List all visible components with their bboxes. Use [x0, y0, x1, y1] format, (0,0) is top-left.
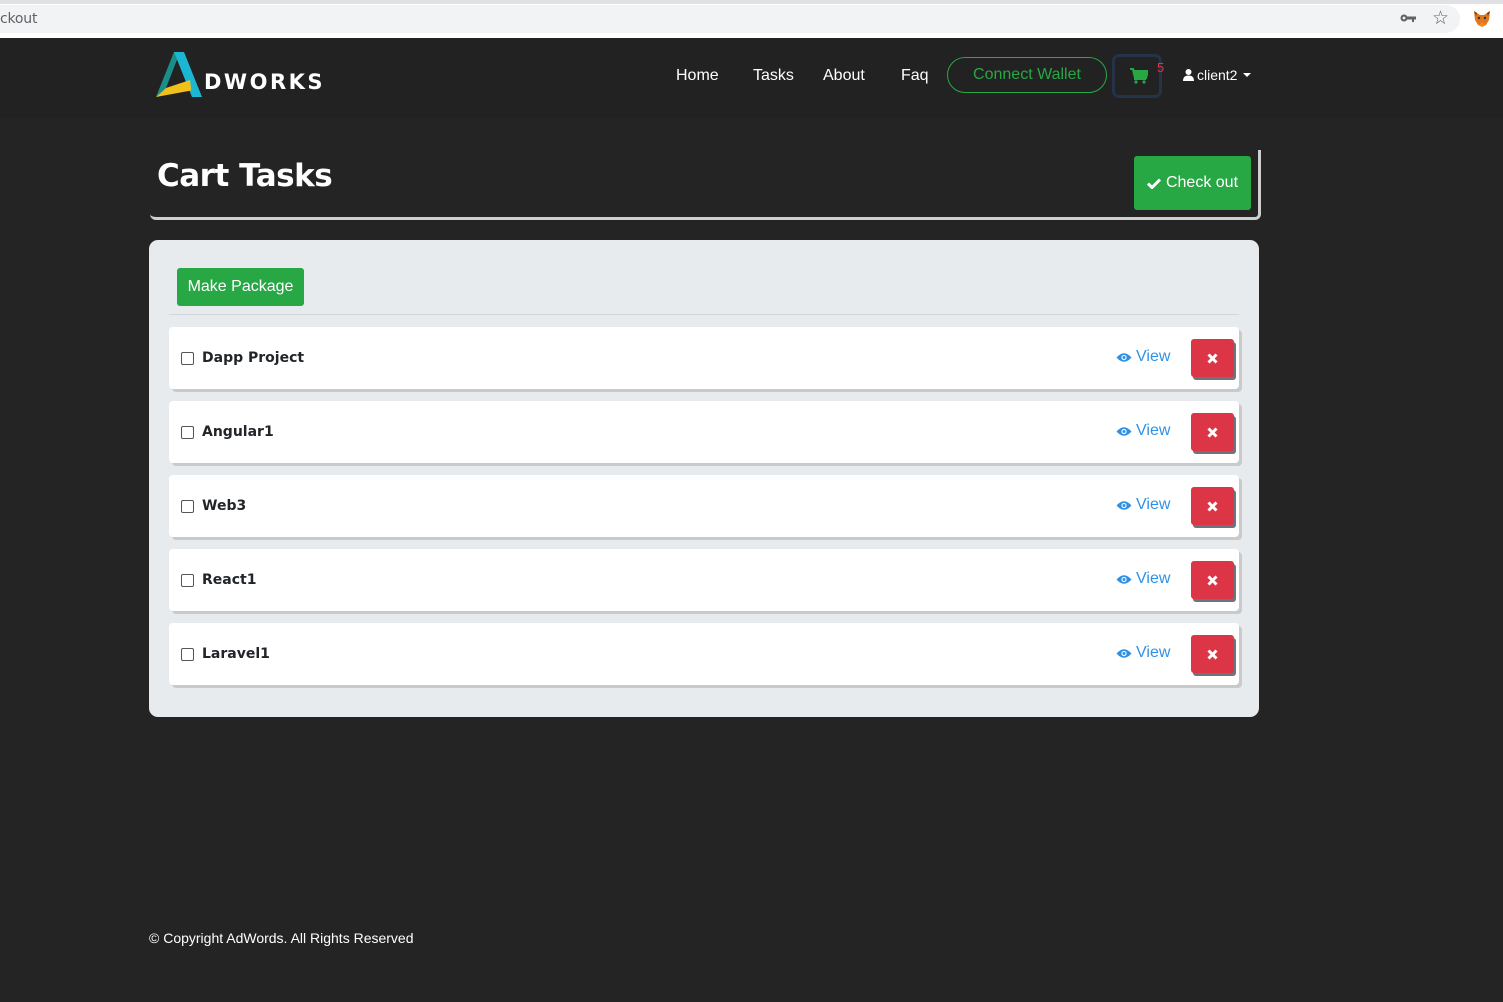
- adworks-logo-icon: [156, 52, 202, 97]
- task-row: Laravel1 View: [169, 623, 1239, 685]
- nav-home[interactable]: Home: [676, 67, 719, 85]
- eye-icon: [1116, 648, 1132, 658]
- cart-count-badge: 5: [1157, 60, 1165, 75]
- task-name: Web3: [202, 498, 247, 514]
- close-icon: [1207, 426, 1218, 438]
- eye-icon: [1116, 352, 1132, 362]
- eye-icon: [1116, 426, 1132, 436]
- cart-panel: Make Package Dapp Project View Angular1 …: [149, 240, 1259, 717]
- task-name: Laravel1: [202, 646, 270, 662]
- task-row: Web3 View: [169, 475, 1239, 537]
- user-name: client2: [1197, 67, 1238, 83]
- user-icon: [1183, 69, 1194, 81]
- connect-wallet-button[interactable]: Connect Wallet: [947, 57, 1107, 93]
- task-checkbox[interactable]: [181, 426, 194, 439]
- navbar: DWORKS Home Tasks About Faq Connect Wall…: [0, 38, 1503, 118]
- nav-about[interactable]: About: [823, 67, 865, 85]
- divider: [169, 314, 1239, 315]
- view-link[interactable]: View: [1116, 422, 1170, 440]
- task-checkbox[interactable]: [181, 352, 194, 365]
- task-name: Angular1: [202, 424, 274, 440]
- checkout-button[interactable]: Check out: [1134, 156, 1251, 210]
- key-icon[interactable]: [1400, 11, 1416, 26]
- nav-tasks[interactable]: Tasks: [753, 67, 794, 85]
- user-dropdown[interactable]: client2: [1183, 67, 1252, 83]
- view-link[interactable]: View: [1116, 496, 1170, 514]
- view-link[interactable]: View: [1116, 348, 1170, 366]
- cart-button[interactable]: 5: [1112, 54, 1165, 98]
- view-label: View: [1136, 422, 1171, 439]
- remove-task-button[interactable]: [1191, 561, 1234, 599]
- close-icon: [1207, 352, 1218, 364]
- eye-icon: [1116, 500, 1132, 510]
- check-icon: [1146, 177, 1161, 189]
- task-checkbox[interactable]: [181, 574, 194, 587]
- metamask-fox-icon[interactable]: [1472, 8, 1492, 28]
- brand-name: DWORKS: [204, 70, 326, 94]
- task-name: React1: [202, 572, 257, 588]
- view-label: View: [1136, 348, 1171, 365]
- make-package-button[interactable]: Make Package: [177, 268, 304, 306]
- nav-faq[interactable]: Faq: [901, 67, 929, 85]
- task-checkbox[interactable]: [181, 500, 194, 513]
- address-bar[interactable]: ckout ☆: [0, 5, 1460, 33]
- url-text: ckout: [0, 11, 38, 27]
- task-checkbox[interactable]: [181, 648, 194, 661]
- view-label: View: [1136, 496, 1171, 513]
- shopping-cart-icon: [1130, 68, 1148, 84]
- close-icon: [1207, 574, 1218, 586]
- task-row: Angular1 View: [169, 401, 1239, 463]
- task-row: React1 View: [169, 549, 1239, 611]
- checkout-label: Check out: [1165, 174, 1239, 191]
- eye-icon: [1116, 574, 1132, 584]
- remove-task-button[interactable]: [1191, 339, 1234, 377]
- page-title: Cart Tasks: [157, 158, 333, 194]
- view-link[interactable]: View: [1116, 570, 1170, 588]
- chevron-down-icon: [1243, 73, 1252, 77]
- remove-task-button[interactable]: [1191, 635, 1234, 673]
- page-header: Cart Tasks Check out: [150, 150, 1261, 220]
- task-name: Dapp Project: [202, 350, 305, 366]
- bookmark-star-icon[interactable]: ☆: [1432, 7, 1449, 30]
- view-label: View: [1136, 570, 1171, 587]
- view-link[interactable]: View: [1116, 644, 1170, 662]
- close-icon: [1207, 500, 1218, 512]
- footer-copyright: © Copyright AdWords. All Rights Reserved: [149, 930, 414, 946]
- brand-logo[interactable]: DWORKS: [154, 50, 325, 100]
- remove-task-button[interactable]: [1191, 487, 1234, 525]
- task-row: Dapp Project View: [169, 327, 1239, 389]
- browser-toolbar: ckout ☆: [0, 0, 1503, 38]
- view-label: View: [1136, 644, 1171, 661]
- close-icon: [1207, 648, 1218, 660]
- remove-task-button[interactable]: [1191, 413, 1234, 451]
